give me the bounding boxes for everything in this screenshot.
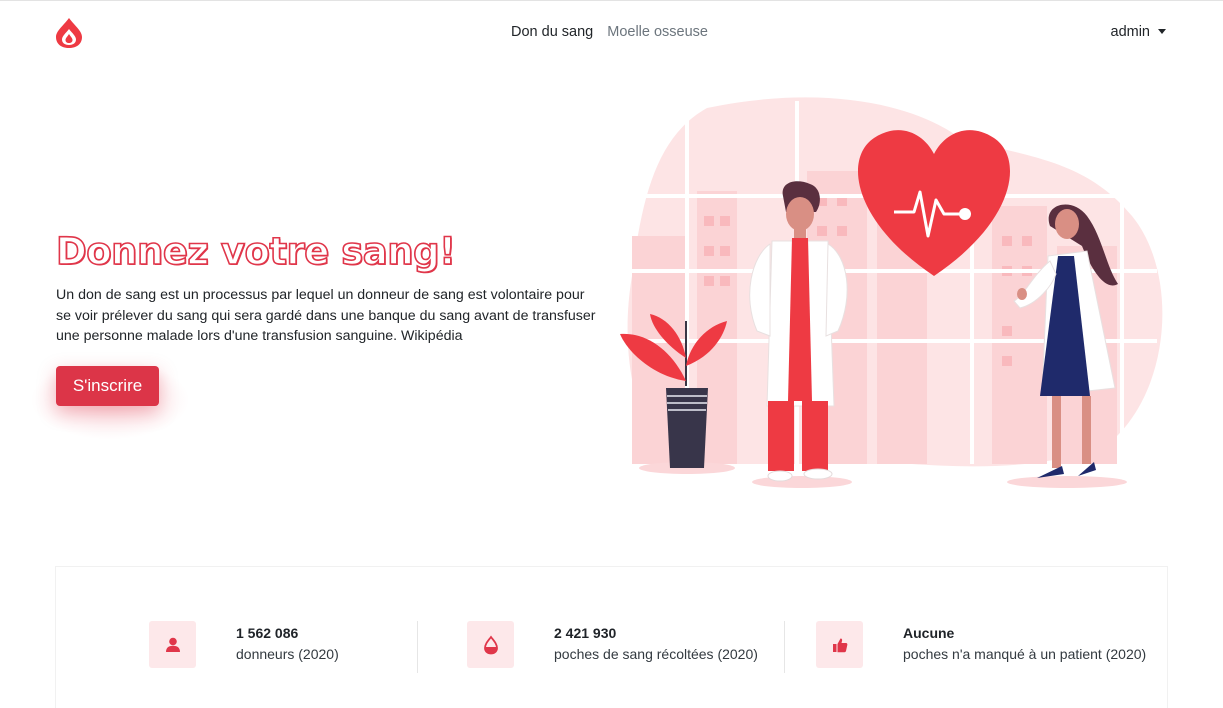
caret-down-icon: [1158, 28, 1166, 34]
person-icon: [149, 621, 196, 668]
stat-label: poches n'a manqué à un patient (2020): [903, 646, 1147, 662]
hero-description: Un don de sang est un processus par lequ…: [56, 287, 596, 344]
nav-link-moelle-osseuse[interactable]: Moelle osseuse: [607, 24, 708, 40]
stat-blood-bags: 2 421 930 poches de sang récoltées (2020…: [467, 621, 758, 673]
signup-button[interactable]: S'inscrire: [56, 366, 159, 406]
blood-drop-logo-icon[interactable]: [54, 17, 84, 49]
main-nav: Don du sang Moelle osseuse: [511, 24, 708, 40]
blood-bag-icon: [467, 621, 514, 668]
stat-value: Aucune: [903, 625, 955, 641]
stats-panel: 1 562 086 donneurs (2020) 2 421 930 poch…: [55, 566, 1168, 708]
stat-divider: [417, 621, 418, 673]
user-name: admin: [1110, 24, 1151, 40]
stat-value: 2 421 930: [554, 625, 617, 641]
hero-title: Donnez votre sang!: [55, 229, 457, 274]
stat-donors: 1 562 086 donneurs (2020): [149, 621, 339, 673]
stat-label: donneurs (2020): [236, 646, 339, 662]
user-menu-dropdown[interactable]: admin: [1110, 24, 1166, 40]
nav-link-don-du-sang[interactable]: Don du sang: [511, 24, 593, 40]
thumbs-up-icon: [816, 621, 863, 668]
stat-divider: [784, 621, 785, 673]
navbar: Don du sang Moelle osseuse admin: [0, 0, 1223, 66]
hero-illustration: [620, 97, 1163, 488]
stat-label: poches de sang récoltées (2020): [554, 646, 758, 662]
stat-value: 1 562 086: [236, 625, 299, 641]
stat-no-shortage: Aucune poches n'a manqué à un patient (2…: [816, 621, 1146, 673]
